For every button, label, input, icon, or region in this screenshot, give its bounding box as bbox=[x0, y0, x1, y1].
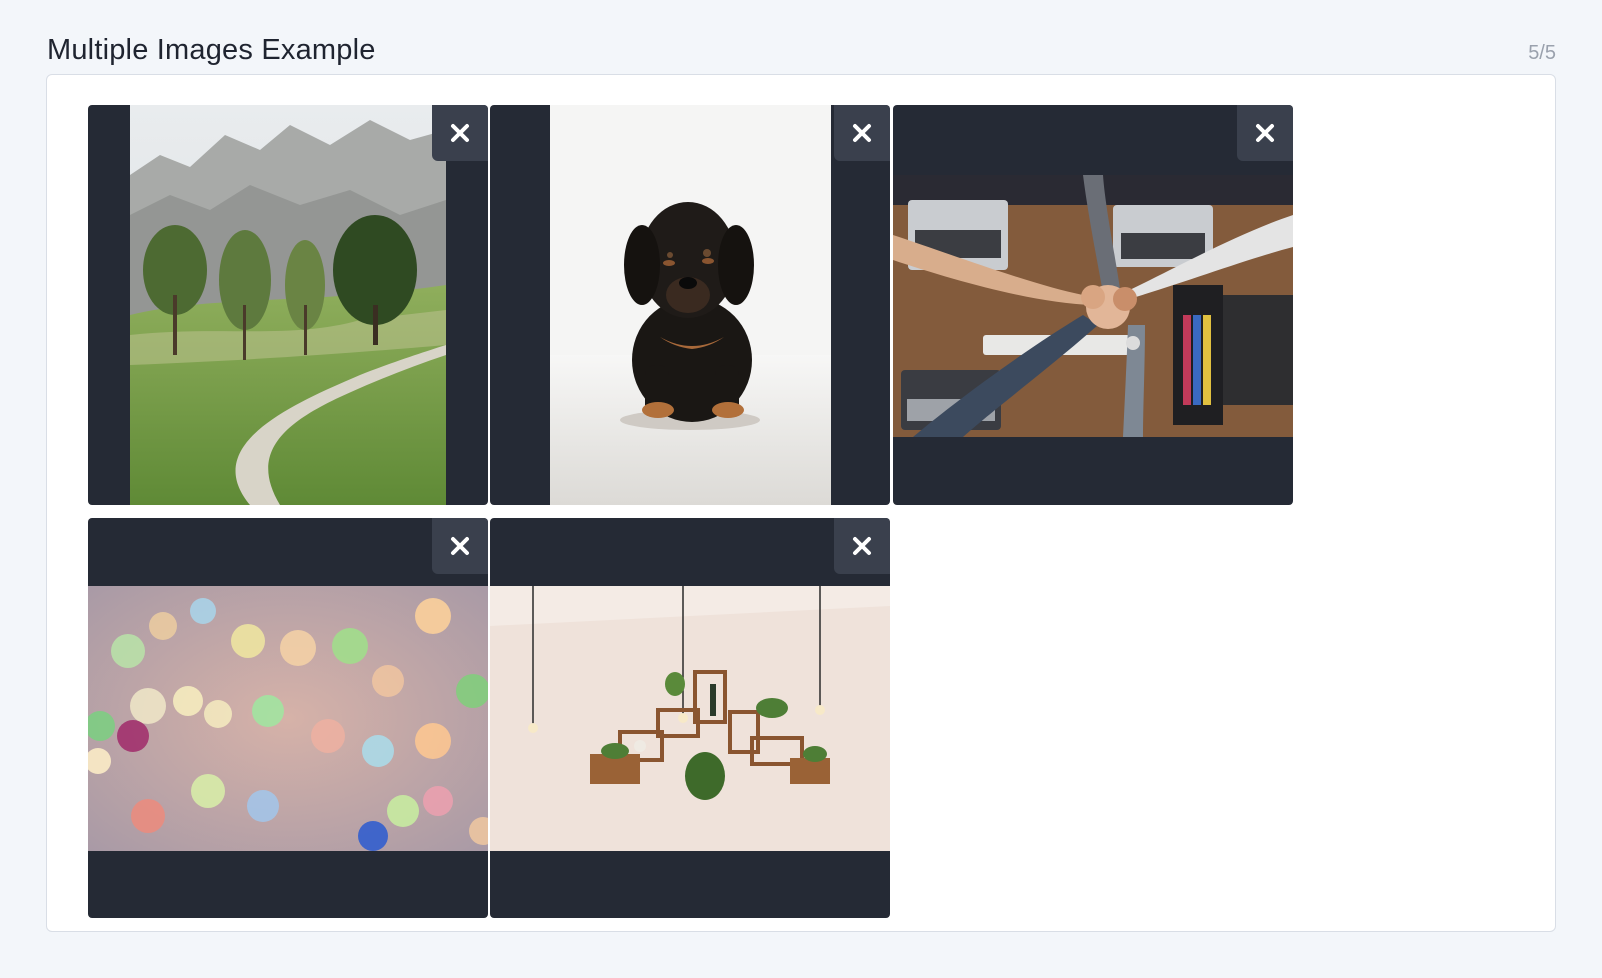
close-icon bbox=[1256, 124, 1274, 142]
image-tile bbox=[490, 518, 890, 918]
page-title: Multiple Images Example bbox=[47, 34, 376, 66]
close-icon bbox=[853, 124, 871, 142]
close-icon bbox=[853, 537, 871, 555]
remove-image-button[interactable] bbox=[432, 518, 488, 574]
image-counter: 5/5 bbox=[1528, 42, 1556, 64]
bokeh-lights-photo bbox=[88, 586, 488, 851]
remove-image-button[interactable] bbox=[834, 518, 890, 574]
mountain-path-photo bbox=[130, 105, 446, 505]
image-tile bbox=[490, 105, 890, 505]
image-tile bbox=[88, 105, 488, 505]
close-icon bbox=[451, 537, 469, 555]
team-fist-bump-photo bbox=[893, 175, 1293, 437]
image-tile bbox=[893, 105, 1293, 505]
image-gallery-panel bbox=[46, 74, 1556, 932]
close-icon bbox=[451, 124, 469, 142]
remove-image-button[interactable] bbox=[432, 105, 488, 161]
image-tile bbox=[88, 518, 488, 918]
wall-shelves-photo bbox=[490, 586, 890, 851]
remove-image-button[interactable] bbox=[1237, 105, 1293, 161]
remove-image-button[interactable] bbox=[834, 105, 890, 161]
puppy-photo bbox=[550, 105, 831, 505]
